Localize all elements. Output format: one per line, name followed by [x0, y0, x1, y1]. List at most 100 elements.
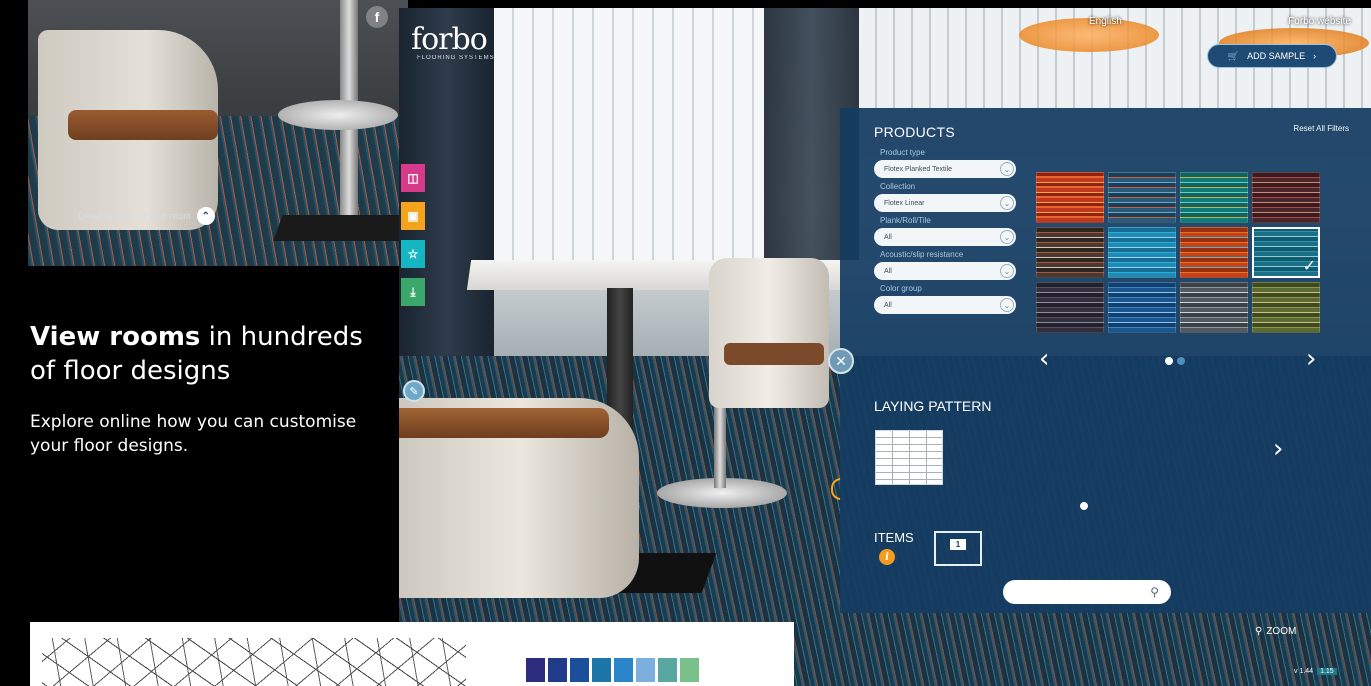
color-chip-row — [526, 658, 699, 682]
product-swatch-selected[interactable]: ✓ — [1252, 227, 1320, 278]
laying-pattern-thumbnail[interactable] — [875, 430, 943, 485]
color-chip[interactable] — [614, 658, 633, 682]
brand-subtitle: FLOORING SYSTEMS — [417, 55, 495, 61]
filter-label: Color group — [880, 284, 922, 293]
color-chip[interactable] — [526, 658, 545, 682]
image-icon[interactable]: ▣ — [401, 202, 425, 230]
forbo-website-link[interactable]: Forbo website — [1288, 16, 1351, 27]
product-swatch-grid: ✓ — [1036, 172, 1320, 333]
floor-texture-preview — [42, 638, 466, 686]
facebook-icon[interactable]: f — [366, 6, 388, 28]
filter-collection: Collection Flotex Linear ⌄ — [874, 182, 1016, 212]
filter-plank-roll-tile: Plank/Roll/Tile All ⌄ — [874, 216, 1016, 246]
side-toolbar: ◫ ▣ ☆ ⤓ — [401, 164, 425, 306]
product-swatch[interactable] — [1252, 282, 1320, 333]
color-chip[interactable] — [548, 658, 567, 682]
select-value: Flotex Linear — [884, 199, 925, 207]
version-right: 1.15 — [1317, 668, 1337, 675]
zoom-icon: ⚲ — [1255, 626, 1263, 637]
search-input[interactable]: ⚲ — [1003, 580, 1171, 604]
laying-pattern-title: LAYING PATTERN — [874, 398, 992, 414]
color-group-select[interactable]: All ⌄ — [874, 296, 1016, 314]
product-swatch[interactable] — [1180, 282, 1248, 333]
thumbnail-bench-cushion — [68, 110, 218, 140]
version-left: v 1.44 — [1294, 668, 1314, 675]
checkmark-icon: ✓ — [1302, 258, 1316, 275]
add-sample-button[interactable]: 🛒 ADD SAMPLE › — [1207, 44, 1337, 68]
acoustic-select[interactable]: All ⌄ — [874, 262, 1016, 280]
product-swatch[interactable] — [1180, 227, 1248, 278]
room-select-icon[interactable]: ◫ — [401, 164, 425, 192]
download-icon[interactable]: ⤓ — [401, 278, 425, 306]
close-panel-button[interactable]: ✕ — [828, 348, 854, 374]
chevron-right-icon: › — [1313, 51, 1317, 61]
room-thumbnail: f Detail options of your room ⌃ — [28, 0, 408, 266]
select-value: Flotex Planked Textile — [884, 165, 952, 173]
detail-options-link[interactable]: Detail options of your room ⌃ — [78, 207, 215, 225]
forbo-logo[interactable]: forbo FLOORING SYSTEMS — [411, 22, 495, 61]
add-sample-label: ADD SAMPLE — [1247, 51, 1306, 61]
select-value: All — [884, 233, 892, 241]
products-panel: ✕ PRODUCTS Reset All Filters Product typ… — [828, 108, 1371, 613]
chevron-right-icon[interactable]: › — [1273, 434, 1283, 464]
product-swatch[interactable] — [1108, 282, 1176, 333]
product-type-select[interactable]: Flotex Planked Textile ⌄ — [874, 160, 1016, 178]
item-slot[interactable]: 1 — [934, 531, 982, 566]
search-icon[interactable]: ⚲ — [1150, 585, 1159, 599]
version-info: v 1.44 1.15 — [1294, 668, 1337, 675]
chevron-down-icon: ⌄ — [1000, 264, 1014, 278]
room-chair — [709, 258, 829, 408]
color-chip[interactable] — [636, 658, 655, 682]
item-count: 1 — [949, 539, 967, 550]
chevron-down-icon: ⌄ — [1000, 196, 1014, 210]
language-link[interactable]: English — [1089, 16, 1122, 27]
collection-select[interactable]: Flotex Linear ⌄ — [874, 194, 1016, 212]
cart-icon: 🛒 — [1227, 50, 1240, 61]
pager-dot[interactable] — [1177, 357, 1185, 365]
chevron-up-icon[interactable]: ⌃ — [196, 207, 215, 225]
zoom-label: ZOOM — [1266, 626, 1297, 637]
thumbnail-table-base — [273, 215, 408, 241]
product-swatch[interactable] — [1180, 172, 1248, 223]
color-chip[interactable] — [570, 658, 589, 682]
filter-color-group: Color group All ⌄ — [874, 284, 1016, 314]
chevron-right-icon[interactable]: › — [1306, 344, 1316, 374]
edit-icon[interactable]: ✎ — [403, 380, 425, 402]
product-swatch[interactable] — [1108, 227, 1176, 278]
chevron-left-icon[interactable]: ‹ — [1039, 344, 1049, 374]
room-visualizer: forbo FLOORING SYSTEMS English Forbo web… — [399, 8, 1371, 686]
detail-options-label: Detail options of your room — [78, 211, 191, 221]
filter-label: Acoustic/slip resistance — [880, 250, 964, 259]
promo-block: View rooms in hundreds of floor designs … — [30, 320, 370, 458]
promo-body: Explore online how you can customise you… — [30, 412, 357, 456]
color-chip[interactable] — [592, 658, 611, 682]
product-swatch[interactable] — [1036, 172, 1104, 223]
items-label: ITEMS — [874, 530, 914, 545]
product-swatch[interactable] — [1108, 172, 1176, 223]
design-preview-card — [30, 622, 794, 686]
product-swatch[interactable] — [1036, 282, 1104, 333]
filter-label: Plank/Roll/Tile — [880, 216, 931, 225]
product-swatch[interactable] — [1252, 172, 1320, 223]
pager-dot-active[interactable] — [1080, 502, 1088, 510]
room-chair-seat — [724, 343, 824, 365]
select-value: All — [884, 267, 892, 275]
star-icon[interactable]: ☆ — [401, 240, 425, 268]
filter-list: Product type Flotex Planked Textile ⌄ Co… — [874, 148, 1016, 318]
select-value: All — [884, 301, 892, 309]
pattern-pager — [1080, 502, 1088, 510]
thumbnail-table-disc — [278, 100, 398, 130]
zoom-button[interactable]: ⚲ ZOOM — [1255, 626, 1296, 637]
room-bench-cushion — [399, 408, 609, 438]
filter-label: Product type — [880, 148, 925, 157]
product-swatch[interactable] — [1036, 227, 1104, 278]
info-icon[interactable]: i — [879, 549, 895, 565]
color-chip[interactable] — [658, 658, 677, 682]
reset-filters-link[interactable]: Reset All Filters — [1293, 124, 1349, 133]
color-chip[interactable] — [680, 658, 699, 682]
chevron-down-icon: ⌄ — [1000, 298, 1014, 312]
swatch-pager — [1165, 357, 1185, 365]
pager-dot-active[interactable] — [1165, 357, 1173, 365]
room-window-blinds — [494, 8, 764, 278]
plank-roll-tile-select[interactable]: All ⌄ — [874, 228, 1016, 246]
